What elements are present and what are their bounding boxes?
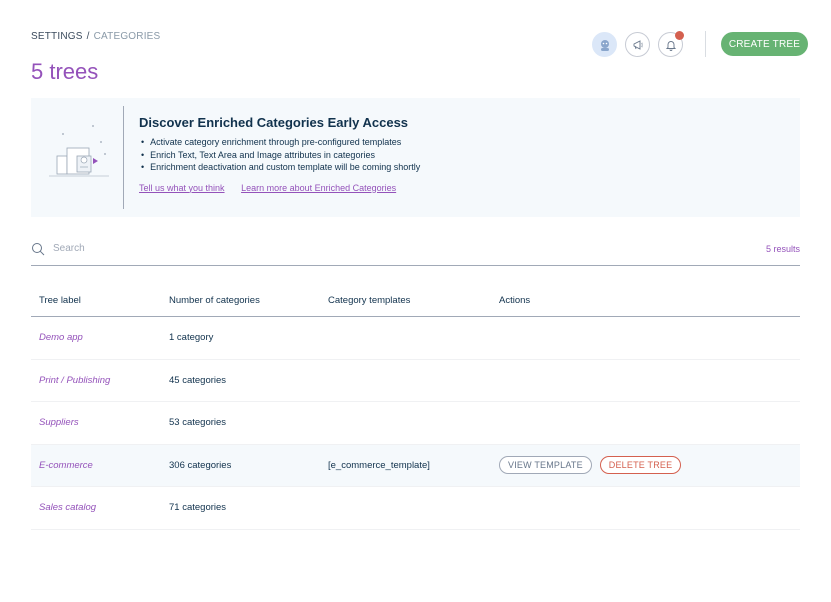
search-input[interactable]: [53, 243, 353, 254]
banner-bullet: Enrichment deactivation and custom templ…: [139, 161, 420, 174]
notification-badge: [675, 31, 684, 40]
bell-icon: [665, 40, 676, 51]
category-count: 45 categories: [169, 374, 227, 386]
header-actions: [592, 31, 684, 57]
banner-bullet: Activate category enrichment through pre…: [139, 136, 420, 149]
banner-title: Discover Enriched Categories Early Acces…: [139, 115, 409, 130]
breadcrumb-settings[interactable]: SETTINGS: [31, 31, 83, 42]
page-title: 5 trees: [31, 59, 99, 84]
tree-label: Demo app: [39, 332, 83, 344]
table-row[interactable]: E-commerce 306 categories [e_commerce_te…: [31, 444, 800, 487]
category-count: 71 categories: [169, 502, 227, 514]
table-header: Tree label Number of categories Category…: [31, 285, 800, 317]
column-header-tree-label: Tree label: [39, 295, 81, 306]
category-count: 1 category: [169, 332, 214, 344]
table-row[interactable]: Demo app 1 category: [31, 317, 800, 360]
tree-label: Sales catalog: [39, 502, 97, 514]
trees-table: Tree label Number of categories Category…: [31, 285, 800, 530]
user-avatar-button[interactable]: [592, 32, 617, 57]
create-tree-button[interactable]: CREATE TREE: [721, 32, 808, 56]
banner-bullet-list: Activate category enrichment through pre…: [139, 136, 420, 174]
early-access-banner: Discover Enriched Categories Early Acces…: [31, 98, 800, 217]
user-avatar-icon: [600, 39, 609, 51]
notifications-button[interactable]: [658, 31, 684, 57]
search-bar: 5 results: [31, 238, 800, 266]
results-count: 5 results: [765, 244, 800, 254]
banner-divider: [123, 106, 124, 209]
column-header-actions: Actions: [499, 295, 531, 306]
tree-label: Suppliers: [39, 417, 79, 429]
category-count: 306 categories: [169, 459, 232, 471]
table-row[interactable]: Suppliers 53 categories: [31, 402, 800, 445]
column-header-number-of-categories: Number of categories: [169, 295, 260, 306]
header-divider: [705, 31, 706, 57]
row-actions: VIEW TEMPLATE DELETE TREE: [499, 456, 800, 475]
announcements-button[interactable]: [625, 32, 650, 57]
megaphone-icon: [633, 39, 643, 50]
table-row[interactable]: Sales catalog 71 categories: [31, 487, 800, 530]
breadcrumb-categories: CATEGORIES: [93, 31, 161, 42]
learn-more-link[interactable]: Learn more about Enriched Categories: [241, 183, 396, 193]
breadcrumb-separator: /: [86, 31, 90, 42]
banner-bullet: Enrich Text, Text Area and Image attribu…: [139, 149, 420, 162]
table-row[interactable]: Print / Publishing 45 categories: [31, 360, 800, 402]
breadcrumb: SETTINGS / CATEGORIES: [31, 31, 160, 42]
search-icon: [32, 243, 45, 256]
tree-label: E-commerce: [39, 459, 93, 471]
banner-links: Tell us what you think Learn more about …: [139, 183, 420, 193]
feedback-link[interactable]: Tell us what you think: [139, 183, 225, 193]
banner-content: Discover Enriched Categories Early Acces…: [139, 115, 420, 193]
delete-tree-button[interactable]: DELETE TREE: [599, 456, 682, 475]
column-header-category-templates: Category templates: [328, 295, 411, 306]
view-template-button[interactable]: VIEW TEMPLATE: [499, 456, 592, 475]
banner-illustration: [49, 125, 109, 177]
category-template: [e_commerce_template]: [328, 459, 430, 471]
tree-label: Print / Publishing: [39, 374, 111, 386]
category-count: 53 categories: [169, 417, 227, 429]
